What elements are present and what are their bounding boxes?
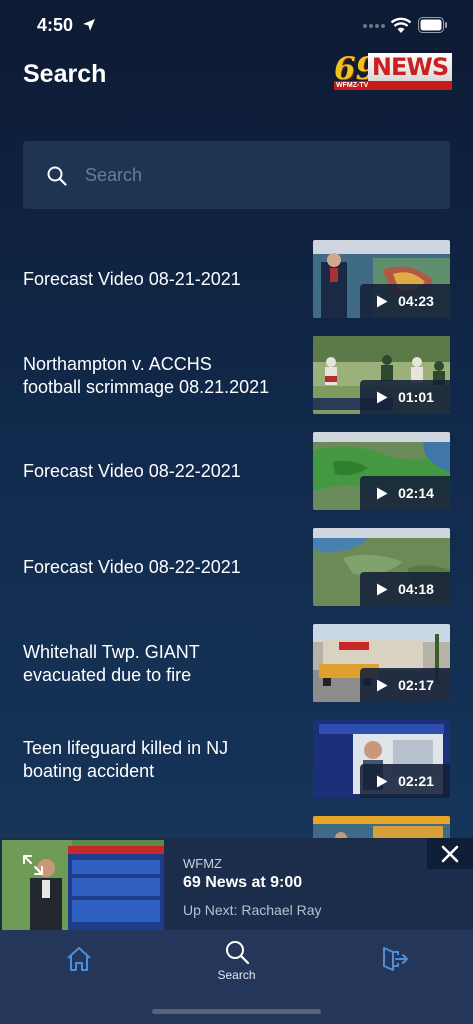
- video-thumbnail[interactable]: 02:21: [313, 720, 450, 798]
- duration-badge: 04:18: [360, 572, 450, 606]
- sign-out-icon: [382, 946, 408, 971]
- location-arrow-icon: [83, 19, 95, 31]
- result-title: Forecast Video 08-22-2021: [23, 461, 241, 481]
- result-title: Whitehall Twp. GIANT evacuated due to fi…: [23, 642, 200, 685]
- result-item[interactable]: Northampton v. ACCHS football scrimmage …: [0, 328, 473, 424]
- tab-sign-out[interactable]: [316, 930, 473, 990]
- duration-badge: 02:17: [360, 668, 450, 702]
- result-title: Northampton v. ACCHS football scrimmage …: [23, 354, 270, 397]
- video-thumbnail[interactable]: 01:01: [313, 336, 450, 414]
- close-player-button[interactable]: [427, 838, 473, 869]
- search-input[interactable]: [85, 141, 425, 209]
- video-thumbnail[interactable]: 04:23: [313, 240, 450, 318]
- status-bar: 4:50: [0, 0, 473, 50]
- mini-player[interactable]: WFMZ 69 News at 9:00 Up Next: Rachael Ra…: [0, 838, 473, 930]
- play-icon: [377, 391, 388, 403]
- search-icon: [47, 166, 67, 186]
- play-icon: [377, 679, 388, 691]
- search-results-list: Forecast Video 08-21-2021 04:23 Northamp…: [0, 232, 473, 842]
- battery-icon: [418, 17, 447, 33]
- duration-badge: 02:21: [360, 764, 450, 798]
- play-icon: [377, 583, 388, 595]
- play-icon: [377, 487, 388, 499]
- mini-player-station: WFMZ: [183, 856, 222, 871]
- search-icon: [225, 940, 249, 964]
- live-stream-thumbnail[interactable]: [2, 840, 164, 930]
- page-title: Search: [23, 60, 107, 88]
- play-icon: [377, 775, 388, 787]
- duration-badge: 04:23: [360, 284, 450, 318]
- result-item[interactable]: Forecast Video 08-22-2021 04:18: [0, 520, 473, 616]
- status-time: 4:50: [37, 15, 74, 35]
- result-title: Teen lifeguard killed in NJ boating acci…: [23, 738, 229, 781]
- result-item[interactable]: Whitehall Twp. GIANT evacuated due to fi…: [0, 616, 473, 712]
- result-item[interactable]: Forecast Video 08-22-2021 02:14: [0, 424, 473, 520]
- tab-search[interactable]: Search: [158, 930, 315, 990]
- search-field[interactable]: [23, 141, 450, 209]
- result-item-partial[interactable]: [0, 808, 473, 842]
- video-thumbnail[interactable]: 02:17: [313, 624, 450, 702]
- duration-badge: 01:01: [360, 380, 450, 414]
- duration-badge: 02:14: [360, 476, 450, 510]
- home-icon: [66, 946, 91, 971]
- play-icon: [377, 295, 388, 307]
- close-icon: [441, 845, 459, 862]
- result-item[interactable]: Teen lifeguard killed in NJ boating acci…: [0, 712, 473, 808]
- result-item[interactable]: Forecast Video 08-21-2021 04:23: [0, 232, 473, 328]
- tab-home[interactable]: [0, 930, 157, 990]
- video-thumbnail[interactable]: 02:14: [313, 432, 450, 510]
- expand-icon[interactable]: [22, 854, 44, 876]
- result-title: Forecast Video 08-21-2021: [23, 269, 241, 289]
- result-title: Forecast Video 08-22-2021: [23, 557, 241, 577]
- video-thumbnail[interactable]: 04:18: [313, 528, 450, 606]
- wfmz-69-news-logo: 69 NEWS WFMZ-TV: [334, 51, 452, 91]
- wifi-icon: [390, 17, 412, 33]
- cellular-signal-icon: [363, 24, 385, 28]
- home-indicator: [152, 1009, 321, 1014]
- mini-player-up-next: Up Next: Rachael Ray: [183, 902, 322, 918]
- mini-player-program: 69 News at 9:00: [183, 874, 303, 891]
